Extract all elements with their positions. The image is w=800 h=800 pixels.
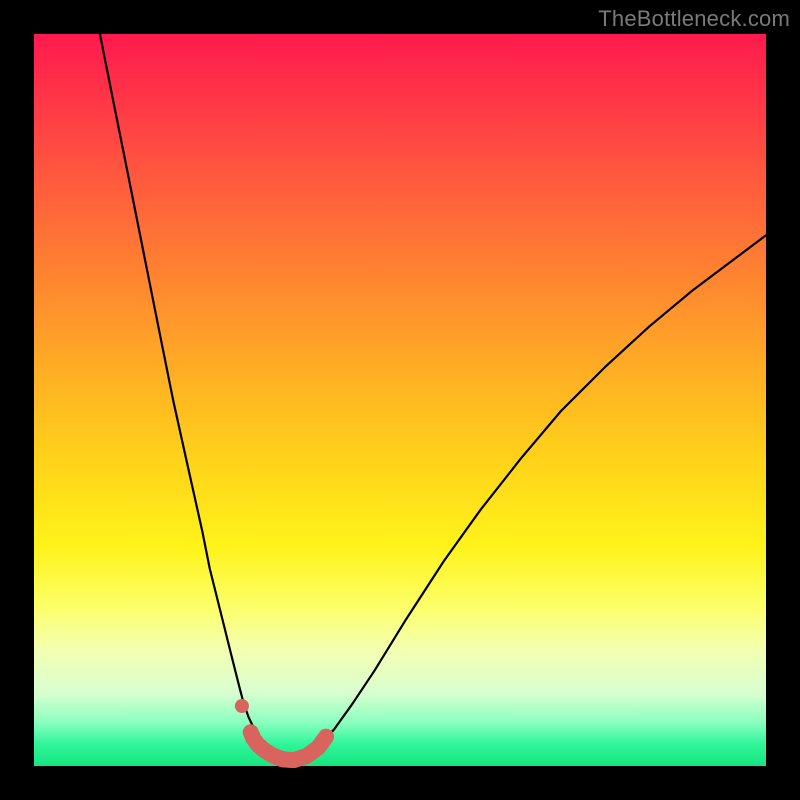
curves-svg [34, 34, 766, 766]
right-curve [294, 235, 766, 761]
highlight-dot [235, 699, 249, 713]
chart-frame: TheBottleneck.com [0, 0, 800, 800]
left-curve [100, 34, 294, 762]
plot-area [34, 34, 766, 766]
watermark-text: TheBottleneck.com [598, 6, 790, 32]
highlight-band [251, 732, 326, 760]
